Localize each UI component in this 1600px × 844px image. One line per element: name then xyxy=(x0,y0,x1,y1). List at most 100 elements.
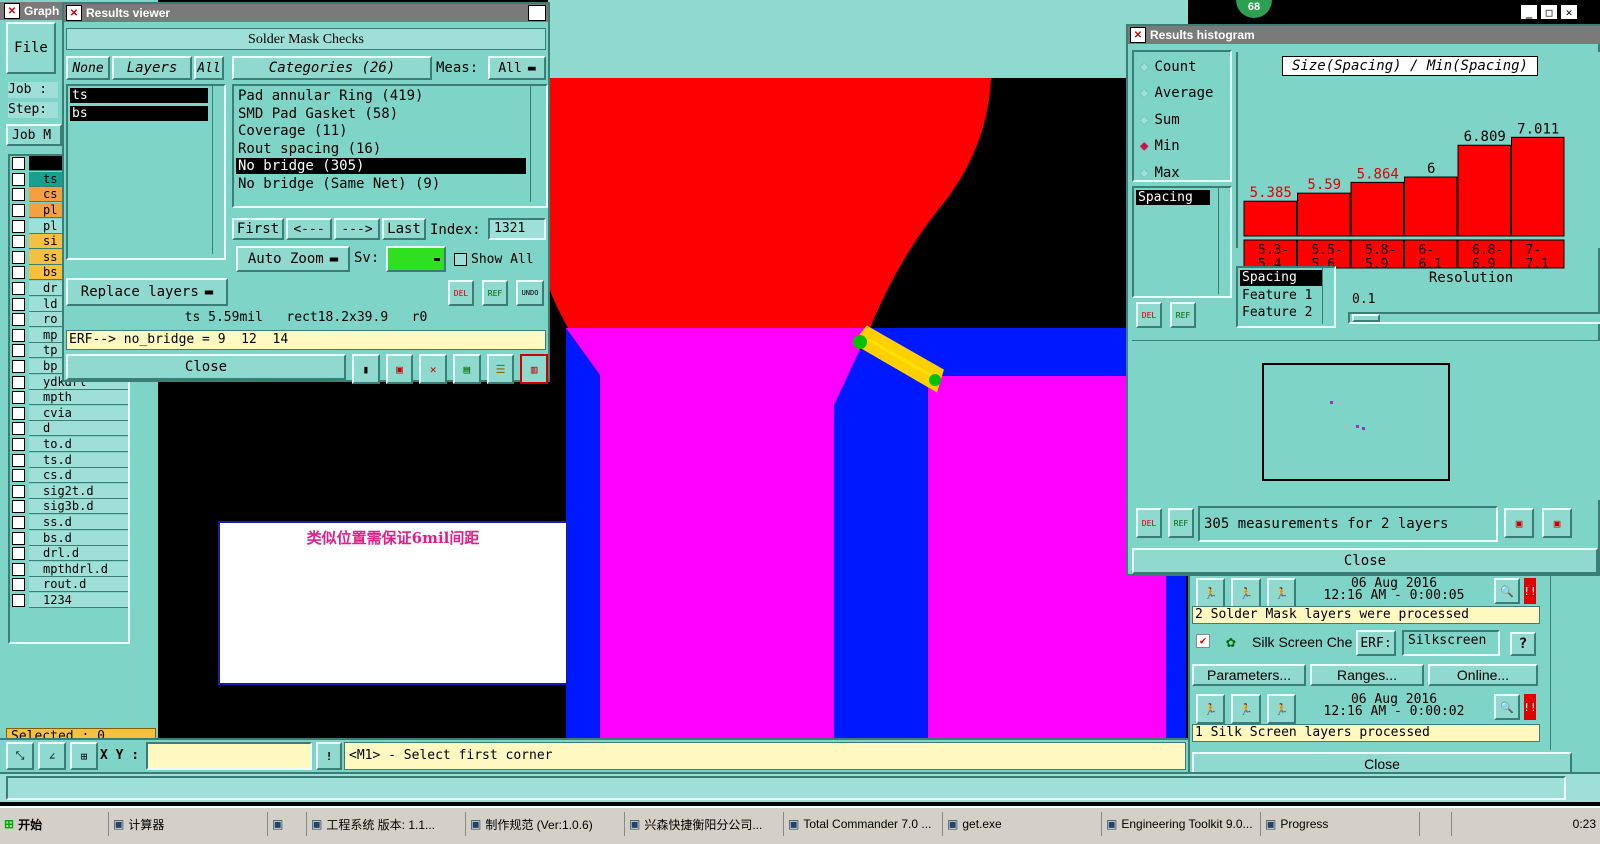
feature-listbox[interactable]: Spacing Feature 1 Feature 2 xyxy=(1236,266,1336,328)
metric-scrollbar[interactable] xyxy=(1218,188,1230,294)
layer-row[interactable]: bs.d xyxy=(10,530,128,546)
category-item[interactable]: SMD Pad Gasket (58) xyxy=(236,106,526,122)
layer-checkbox[interactable] xyxy=(12,235,25,249)
histogram-bar[interactable] xyxy=(1511,136,1565,237)
histogram-bar[interactable] xyxy=(1457,144,1511,237)
layer-checkbox[interactable] xyxy=(12,344,25,358)
first-button[interactable]: First xyxy=(232,218,284,240)
layer-checkbox[interactable] xyxy=(12,422,25,436)
results-viewer-close-icon[interactable]: ✕ xyxy=(528,5,546,21)
prev-button[interactable]: <--- xyxy=(286,218,332,240)
parameters-button[interactable]: Parameters... xyxy=(1192,664,1306,686)
job-manager-button[interactable]: Job M xyxy=(6,124,62,146)
metric-item[interactable]: Spacing xyxy=(1136,190,1210,205)
list-icon[interactable]: ☰ xyxy=(486,354,515,384)
mode-radio[interactable]: ◆ Max xyxy=(1140,164,1180,182)
run-all-icon[interactable]: 🏃 xyxy=(1266,578,1296,608)
taskbar-item[interactable]: ▣ get.exe xyxy=(943,812,1102,836)
layer-checkbox[interactable] xyxy=(12,157,25,171)
undo-icon[interactable]: UNDO xyxy=(516,280,544,306)
layer-row[interactable]: ts.d xyxy=(10,452,128,468)
layer-checkbox[interactable] xyxy=(12,500,25,514)
category-item[interactable]: Pad annular Ring (419) xyxy=(236,88,526,104)
layers-scrollbar[interactable] xyxy=(212,86,224,254)
layer-checkbox[interactable] xyxy=(12,453,25,467)
category-item[interactable]: Rout spacing (16) xyxy=(236,141,526,157)
mode-radio[interactable]: ◆ Sum xyxy=(1140,111,1180,129)
ref-icon[interactable]: REF xyxy=(482,280,508,306)
layer-row[interactable]: mpthdrl.d xyxy=(10,561,128,577)
layer-checkbox[interactable] xyxy=(12,313,25,327)
layer-row[interactable]: drl.d xyxy=(10,546,128,562)
histogram-bar[interactable] xyxy=(1297,192,1351,237)
resolution-slider[interactable] xyxy=(1348,312,1600,324)
histogram-close-button[interactable]: Close xyxy=(1132,548,1598,574)
resolution-slider-thumb[interactable] xyxy=(1352,314,1380,322)
replace-layers-dropdown[interactable]: Replace layers ▬ xyxy=(66,278,228,306)
categories-scrollbar[interactable] xyxy=(530,86,545,202)
layer-checkbox[interactable] xyxy=(12,360,25,374)
categories-listbox[interactable]: Pad annular Ring (419) SMD Pad Gasket (58… xyxy=(232,84,548,208)
meas-dropdown[interactable]: All ▬ xyxy=(488,56,546,80)
layer-checkbox[interactable] xyxy=(12,328,25,342)
run-selected-icon[interactable]: 🏃 xyxy=(1231,694,1261,724)
start-button[interactable]: ⊞ 开始 xyxy=(0,812,109,836)
category-item[interactable]: No bridge (305) xyxy=(236,158,526,175)
layer-checkbox[interactable] xyxy=(12,188,25,202)
taskbar-item[interactable]: ▣ xyxy=(268,812,307,836)
histogram-bar[interactable] xyxy=(1243,200,1297,237)
histogram-icon[interactable]: ▥ xyxy=(520,354,549,384)
layer-row[interactable]: sig2t.d xyxy=(10,483,128,499)
layer-checkbox[interactable] xyxy=(12,219,25,233)
next-button[interactable]: ---> xyxy=(334,218,380,240)
ranges-button[interactable]: Ranges... xyxy=(1310,664,1424,686)
help-button[interactable]: ? xyxy=(1510,632,1536,656)
show-all-box[interactable] xyxy=(454,252,467,266)
tab-layers[interactable]: Layers xyxy=(112,56,192,80)
minimize-icon[interactable]: _ xyxy=(1520,4,1538,20)
layer-row[interactable]: cvia xyxy=(10,405,128,422)
feature-item[interactable]: Spacing xyxy=(1240,270,1322,286)
taskbar-item[interactable]: ▣ 制作规范 (Ver:1.0.6) xyxy=(466,812,625,836)
zoom-icon[interactable]: 🔍 xyxy=(1494,578,1520,604)
categories-header[interactable]: Categories (26) xyxy=(232,56,432,80)
maximize-icon[interactable]: □ xyxy=(1540,4,1558,20)
layer-row[interactable]: d xyxy=(10,421,128,437)
zoom-in-icon[interactable]: ⤡ xyxy=(6,742,34,770)
run-icon[interactable]: 🏃 xyxy=(1196,694,1226,724)
layers-icon[interactable]: ▤ xyxy=(453,354,481,384)
layer-checkbox[interactable] xyxy=(12,437,25,451)
layer-checkbox[interactable] xyxy=(12,282,25,296)
taskbar-item[interactable]: ▣ Total Commander 7.0 ... xyxy=(784,812,943,836)
export-icon[interactable]: ▣ xyxy=(1504,508,1534,538)
layer-row[interactable]: 1234 xyxy=(10,592,128,609)
run-selected-icon[interactable]: 🏃 xyxy=(1231,578,1261,608)
layer-checkbox[interactable] xyxy=(12,391,25,405)
layer-checkbox[interactable] xyxy=(12,172,25,186)
erf-button[interactable]: ERF: xyxy=(1356,630,1396,656)
index-input[interactable]: 1321 xyxy=(488,218,546,240)
layer-checkbox[interactable] xyxy=(12,204,25,218)
layer-checkbox[interactable] xyxy=(12,484,25,498)
feature-item[interactable]: Feature 2 xyxy=(1240,305,1322,321)
taskbar-item[interactable]: ▣ Engineering Toolkit 9.0... xyxy=(1102,812,1261,836)
category-item[interactable]: No bridge (Same Net) (9) xyxy=(236,176,526,192)
graph-icon[interactable]: ▮ xyxy=(352,354,380,384)
layer-checkbox[interactable] xyxy=(12,297,25,311)
layer-item-ts[interactable]: ts xyxy=(70,88,208,103)
taskbar-item[interactable]: ▣ Progress xyxy=(1261,812,1420,836)
last-button[interactable]: Last xyxy=(382,218,426,240)
histogram-bar[interactable] xyxy=(1350,181,1404,237)
del-icon[interactable]: DEL xyxy=(448,280,474,306)
results-viewer-close-button[interactable]: Close xyxy=(66,354,346,380)
run-all-icon[interactable]: 🏃 xyxy=(1266,694,1296,724)
feature-item[interactable]: Feature 1 xyxy=(1240,288,1322,304)
layer-checkbox[interactable] xyxy=(12,266,25,280)
auto-zoom-dropdown[interactable]: Auto Zoom ▬ xyxy=(236,246,350,272)
erf-value[interactable]: Silkscreen xyxy=(1402,630,1500,656)
metric-listbox[interactable]: Spacing xyxy=(1132,186,1232,298)
tab-none[interactable]: None xyxy=(66,56,110,80)
tab-all[interactable]: All xyxy=(194,56,224,80)
layer-row[interactable]: rout.d xyxy=(10,577,128,593)
summary-del-icon[interactable]: DEL xyxy=(1136,508,1162,538)
